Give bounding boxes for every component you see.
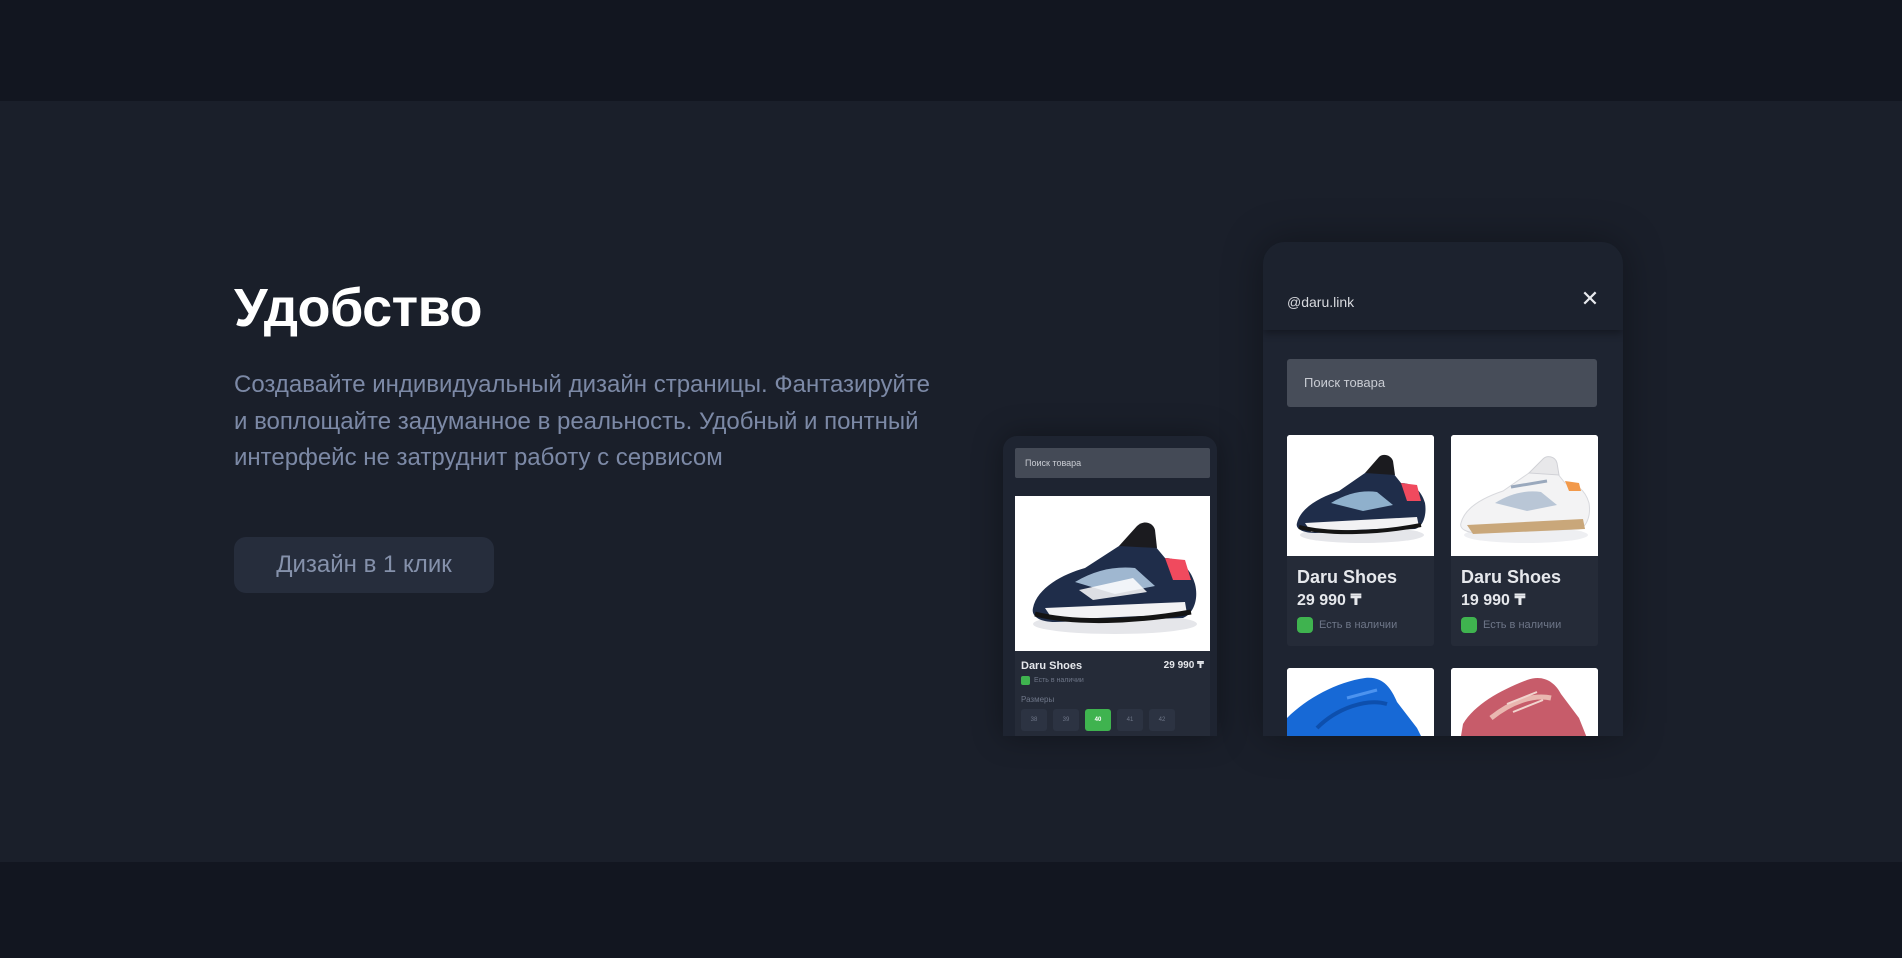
- in-stock-indicator: [1021, 676, 1030, 685]
- product-name: Daru Shoes: [1021, 660, 1083, 672]
- search-input[interactable]: Поиск товара: [1015, 448, 1210, 478]
- product-image: [1015, 496, 1210, 651]
- product-info: Daru Shoes 29 990 ₸ Есть в наличии Разме…: [1015, 651, 1210, 736]
- description-line: интерфейс не затруднит работу с сервисом: [234, 444, 723, 471]
- stock-status: Есть в наличии: [1021, 676, 1084, 685]
- stock-text: Есть в наличии: [1319, 619, 1398, 631]
- stock-status: Есть в наличии: [1297, 617, 1397, 633]
- sneaker-image: [1287, 668, 1434, 736]
- sneaker-image: [1015, 496, 1210, 651]
- product-card[interactable]: Daru Shoes 29 990 ₸ Есть в наличии: [1287, 435, 1434, 646]
- product-image: [1287, 435, 1434, 556]
- section-heading: Удобство: [234, 278, 483, 338]
- stock-text: Есть в наличии: [1483, 619, 1562, 631]
- phone-preview-small: Поиск товара Daru Shoes 29 990 ₸ Есть в …: [1003, 436, 1217, 736]
- size-selector: 38 39 40 41 42: [1021, 709, 1175, 731]
- size-option[interactable]: 42: [1149, 709, 1175, 731]
- stock-text: Есть в наличии: [1034, 677, 1084, 684]
- product-price: 29 990 ₸: [1297, 592, 1362, 609]
- sneaker-image: [1451, 668, 1598, 736]
- product-image: [1451, 435, 1598, 556]
- top-band: [0, 0, 1902, 101]
- size-option[interactable]: 39: [1053, 709, 1079, 731]
- in-stock-indicator: [1461, 617, 1477, 633]
- size-option[interactable]: 38: [1021, 709, 1047, 731]
- product-name: Daru Shoes: [1461, 567, 1562, 587]
- section-description: Создавайте индивидуальный дизайн страниц…: [234, 367, 954, 477]
- phone-header: @daru.link ✕: [1263, 242, 1623, 330]
- size-option[interactable]: 41: [1117, 709, 1143, 731]
- sneaker-image: [1451, 435, 1598, 556]
- sneaker-image: [1287, 435, 1434, 556]
- sizes-label: Размеры: [1021, 695, 1055, 704]
- product-card-partial[interactable]: [1287, 668, 1434, 736]
- product-price: 29 990 ₸: [1163, 660, 1204, 671]
- phone-preview-large: @daru.link ✕ Поиск товара Daru Shoes 29 …: [1263, 242, 1623, 736]
- design-one-click-button[interactable]: Дизайн в 1 клик: [234, 537, 494, 593]
- description-line: и воплощайте задуманное в реальность. Уд…: [234, 407, 919, 435]
- size-option-selected[interactable]: 40: [1085, 709, 1111, 731]
- close-icon[interactable]: ✕: [1579, 288, 1601, 310]
- description-line: Создавайте индивидуальный дизайн страниц…: [234, 371, 930, 398]
- product-price: 19 990 ₸: [1461, 592, 1526, 609]
- profile-handle: @daru.link: [1287, 294, 1355, 310]
- product-card-partial[interactable]: [1451, 668, 1598, 736]
- product-card[interactable]: Daru Shoes 19 990 ₸ Есть в наличии: [1451, 435, 1598, 646]
- bottom-band: [0, 862, 1902, 958]
- in-stock-indicator: [1297, 617, 1313, 633]
- search-input[interactable]: Поиск товара: [1287, 359, 1597, 407]
- product-name: Daru Shoes: [1297, 567, 1398, 587]
- stock-status: Есть в наличии: [1461, 617, 1561, 633]
